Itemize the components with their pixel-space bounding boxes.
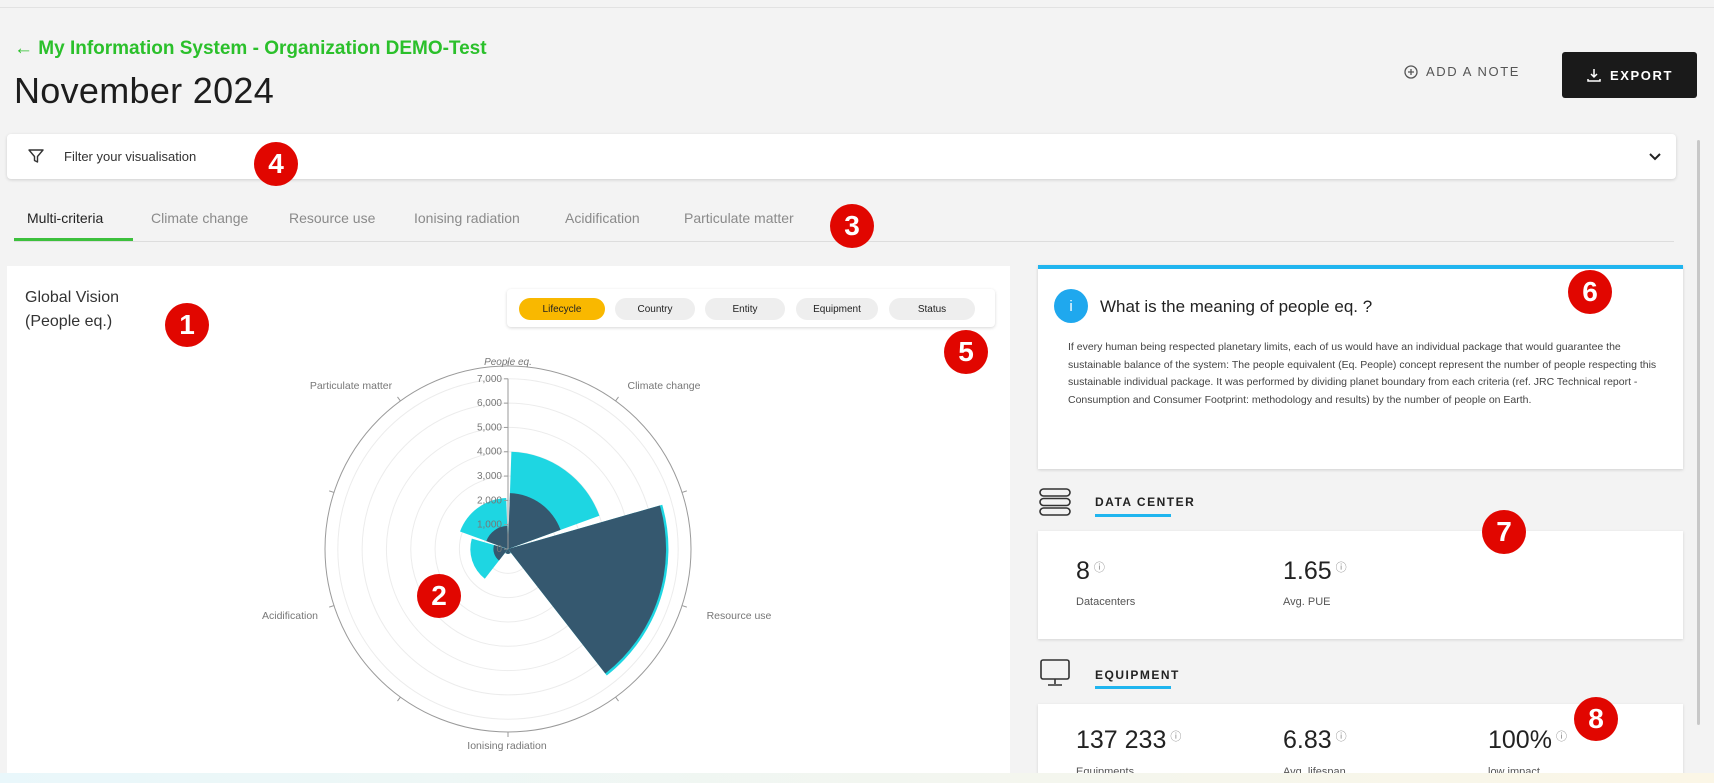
annotation-badge-4: 4 <box>254 142 298 186</box>
monitor-icon <box>1040 659 1070 686</box>
category-label-particulate-matter: Particulate matter <box>310 380 393 392</box>
data-center-underline <box>1095 514 1171 517</box>
info-icon[interactable]: ⓘ <box>1170 731 1181 743</box>
angle-tick <box>615 696 619 702</box>
avg-pue-label: Avg. PUE <box>1283 596 1331 608</box>
radial-tick-label: 5,000 <box>477 422 502 433</box>
equipment-title: EQUIPMENT <box>1095 668 1180 682</box>
radial-tick-label: 1,000 <box>477 520 502 531</box>
avg-lifespan-value: 6.83 ⓘ <box>1283 726 1347 754</box>
annotation-badge-1: 1 <box>165 303 209 347</box>
active-tab-indicator <box>14 238 133 241</box>
datacenters-label: Datacenters <box>1076 596 1136 608</box>
chevron-down-icon[interactable] <box>1647 148 1663 164</box>
info-icon[interactable]: ⓘ <box>1094 562 1105 574</box>
back-link[interactable]: ← My Information System - Organization D… <box>14 38 487 60</box>
annotation-badge-8: 8 <box>1574 697 1618 741</box>
add-note-label: ADD A NOTE <box>1426 64 1521 79</box>
radial-tick-label: 7,000 <box>477 374 502 385</box>
angle-tick <box>681 605 687 608</box>
info-icon: i <box>1054 289 1088 323</box>
angle-tick <box>615 396 619 402</box>
info-card-title: What is the meaning of people eq. ? <box>1100 297 1373 316</box>
export-label: EXPORT <box>1609 67 1674 83</box>
page-title: November 2024 <box>14 70 275 111</box>
radial-tick-label: 2,000 <box>477 495 502 506</box>
angle-tick <box>329 605 335 608</box>
datacenters-value: 8 ⓘ <box>1076 557 1105 585</box>
tab-resource-use[interactable]: Resource use <box>289 210 375 226</box>
tab-ionising-radiation[interactable]: Ionising radiation <box>414 210 520 226</box>
annotation-badge-6: 6 <box>1568 270 1612 314</box>
info-icon[interactable]: ⓘ <box>1336 562 1347 574</box>
tab-multi-criteria[interactable]: Multi-criteria <box>27 210 103 226</box>
filter-icon <box>28 149 44 163</box>
background-strip <box>0 773 1714 783</box>
export-button[interactable]: EXPORT <box>1562 52 1697 98</box>
low-impact-value: 100% ⓘ <box>1488 726 1567 754</box>
filter-label: Filter your visualisation <box>64 149 197 164</box>
angle-tick <box>397 696 401 702</box>
radial-tick-label: 6,000 <box>477 398 502 409</box>
category-label-resource-use: Resource use <box>707 610 772 622</box>
annotation-badge-2: 2 <box>417 574 461 618</box>
radial-axis-title: People eq. <box>484 357 532 368</box>
tab-acidification[interactable]: Acidification <box>565 210 640 226</box>
chart-panel: Global Vision (People eq.) Lifecycle Cou… <box>7 266 1010 783</box>
annotation-badge-5: 5 <box>944 330 988 374</box>
download-icon <box>1587 69 1601 82</box>
equipment-underline <box>1095 686 1171 689</box>
scrollbar[interactable] <box>1697 140 1700 725</box>
annotation-badge-3: 3 <box>830 204 874 248</box>
annotation-badge-7: 7 <box>1482 510 1526 554</box>
plus-circle-icon <box>1404 64 1418 79</box>
info-card-text: If every human being respected planetary… <box>1068 341 1657 406</box>
top-divider <box>0 7 1714 8</box>
angle-tick <box>397 396 401 402</box>
radial-tick-label: 0 <box>496 544 502 555</box>
radial-tick-label: 4,000 <box>477 447 502 458</box>
category-label-climate-change: Climate change <box>628 380 701 392</box>
category-label-ionising-radiation: Ionising radiation <box>467 740 547 752</box>
category-label-acidification: Acidification <box>262 610 318 622</box>
tab-climate-change[interactable]: Climate change <box>151 210 248 226</box>
info-icon[interactable]: ⓘ <box>1556 731 1567 743</box>
avg-pue-value: 1.65 ⓘ <box>1283 557 1347 585</box>
data-center-title: DATA CENTER <box>1095 495 1196 509</box>
data-center-card: 8 ⓘ Datacenters 1.65 ⓘ Avg. PUE <box>1038 531 1683 639</box>
angle-tick <box>681 490 687 493</box>
add-note-button[interactable]: ADD A NOTE <box>1404 64 1520 79</box>
equipments-value: 137 233 ⓘ <box>1076 726 1182 754</box>
server-icon <box>1039 488 1071 516</box>
info-icon[interactable]: ⓘ <box>1336 731 1347 743</box>
radial-tick-label: 3,000 <box>477 471 502 482</box>
polar-chart: 0 1,000 2,000 3,000 4,000 5,000 6,000 7,000 Peop… <box>262 357 772 752</box>
tab-particulate-matter[interactable]: Particulate matter <box>684 210 794 226</box>
angle-tick <box>329 490 335 493</box>
